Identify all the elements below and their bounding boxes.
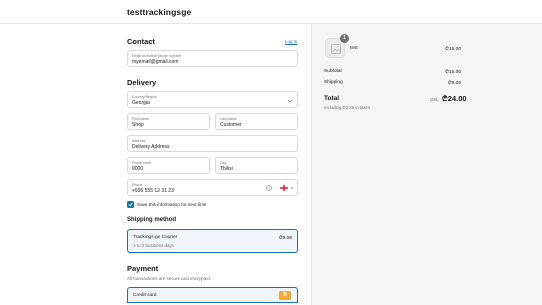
shipping-method-heading: Shipping method (127, 217, 176, 223)
address-value: Delivery Address (132, 144, 170, 150)
first-name-label: First name (132, 116, 149, 121)
phone-value: +995 555 12 31 23 (132, 188, 174, 194)
header: testtrackingsge (0, 0, 542, 24)
postal-code-label: Postal code (132, 160, 151, 165)
product-price: ₾15.00 (445, 47, 461, 52)
first-name-field[interactable]: First name Shop (127, 113, 210, 130)
email-label: Email or mobile phone number (132, 53, 181, 58)
check-icon (128, 202, 133, 207)
chevron-down-icon (287, 99, 293, 103)
shipping-option-days: 1 to 2 business days (133, 243, 175, 248)
city-label: City (220, 160, 227, 165)
svg-text:?: ? (268, 186, 270, 190)
last-name-field[interactable]: Last name Customer (215, 113, 298, 130)
subtotal-label: Subtotal (324, 69, 342, 74)
contact-heading: Contact (127, 37, 155, 46)
save-info-checkbox[interactable] (127, 201, 134, 208)
georgia-flag-icon[interactable] (280, 185, 288, 191)
city-value: Tbilisi (220, 166, 233, 172)
quantity-badge: 1 (340, 34, 349, 43)
email-field[interactable]: Email or mobile phone number myemail@gma… (127, 50, 298, 67)
subtotal-value: ₾15.00 (445, 70, 461, 75)
address-label: Address (132, 138, 146, 143)
tax-note: Including ₾2.29 in taxes (324, 105, 371, 110)
city-field[interactable]: City Tbilisi (215, 157, 298, 174)
payment-heading: Payment (127, 264, 159, 273)
country-select[interactable]: Country/Region Georgia (127, 91, 298, 108)
last-name-value: Customer (220, 122, 242, 128)
postal-code-value: 0000 (132, 166, 144, 172)
shipping-option[interactable]: Trackings.ge Courier 1 to 2 business day… (127, 229, 298, 253)
credit-card-label: Credit card (133, 293, 157, 298)
total-value: ₾24.00 (442, 94, 467, 103)
product-name: test (350, 46, 358, 51)
chevron-down-icon[interactable] (290, 186, 294, 190)
country-value: Georgia (132, 100, 150, 106)
email-value: myemail@gmail.com (132, 59, 179, 65)
phone-label: Phone (132, 182, 143, 187)
shipping-option-name: Trackings.ge Courier (133, 235, 178, 240)
shipping-value: ₾9.00 (447, 81, 461, 86)
last-name-label: Last name (220, 116, 237, 121)
total-currency: GEL (430, 97, 439, 102)
total-label: Total (324, 95, 340, 102)
help-icon[interactable]: ? (266, 185, 272, 191)
save-info-label: Save this information for next time (137, 202, 207, 207)
shipping-option-price: ₾9.00 (278, 236, 292, 241)
first-name-value: Shop (132, 122, 144, 128)
card-brand-icon: B (279, 291, 291, 300)
delivery-heading: Delivery (127, 78, 157, 87)
order-summary (311, 24, 542, 305)
image-placeholder-icon (331, 44, 341, 54)
shop-name[interactable]: testtrackingsge (127, 7, 191, 17)
phone-field[interactable]: Phone +995 555 12 31 23 (127, 179, 298, 196)
country-label: Country/Region (132, 94, 157, 99)
postal-code-field[interactable]: Postal code 0000 (127, 157, 210, 174)
address-field[interactable]: Address Delivery Address (127, 135, 298, 152)
payment-subtitle: All transactions are secure and encrypte… (127, 276, 212, 281)
shipping-label: Shipping (324, 80, 343, 85)
login-link[interactable]: Log in (285, 39, 297, 44)
credit-card-option[interactable]: Credit card B (127, 287, 298, 303)
